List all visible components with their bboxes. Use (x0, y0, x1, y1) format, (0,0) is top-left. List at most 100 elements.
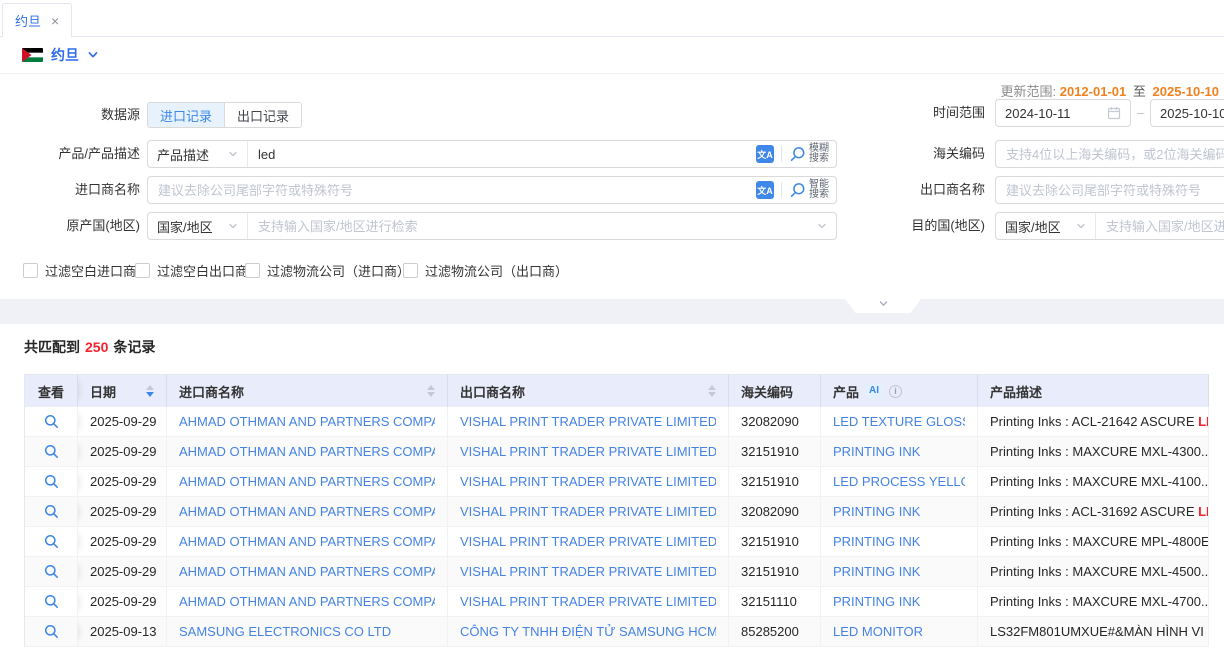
sort-control[interactable] (146, 385, 154, 397)
destination-country-select[interactable]: 国家/地区 (996, 213, 1096, 239)
description-text: LE (1198, 504, 1209, 519)
table-body: 2025-09-29AHMAD OTHMAN AND PARTNERS COMP… (25, 407, 1209, 647)
importer-link[interactable]: AHMAD OTHMAN AND PARTNERS COMPA... (179, 594, 435, 609)
description-text: LE (1198, 414, 1209, 429)
product-link[interactable]: PRINTING INK (833, 444, 920, 459)
checkbox-box[interactable] (23, 263, 38, 278)
view-cell[interactable] (25, 527, 78, 557)
view-cell[interactable] (25, 497, 78, 527)
checkbox-box[interactable] (135, 263, 150, 278)
destination-label: 目的国(地区) (845, 212, 985, 240)
magnifier-icon (789, 182, 806, 199)
importer-link[interactable]: AHMAD OTHMAN AND PARTNERS COMPA... (179, 414, 435, 429)
origin-country-input[interactable] (248, 213, 817, 239)
importer-link[interactable]: AHMAD OTHMAN AND PARTNERS COMPA... (179, 504, 435, 519)
collapse-form-handle[interactable] (845, 299, 921, 313)
sort-desc-icon[interactable] (146, 392, 154, 397)
hs-code-cell: 32151910 (729, 467, 821, 497)
importer-link[interactable]: AHMAD OTHMAN AND PARTNERS COMPA... (179, 534, 435, 549)
filter-checkbox-1[interactable]: 过滤空白进口商 (23, 261, 136, 280)
sort-control[interactable] (427, 385, 435, 397)
importer-link[interactable]: AHMAD OTHMAN AND PARTNERS COMPA... (179, 564, 435, 579)
sort-asc-icon[interactable] (708, 385, 716, 390)
checkbox-box[interactable] (245, 263, 260, 278)
sort-asc-icon[interactable] (427, 385, 435, 390)
view-cell[interactable] (25, 557, 78, 587)
column-label: 海关编码 (741, 382, 793, 401)
translate-icon[interactable]: 文A (756, 145, 774, 163)
sort-control[interactable] (708, 385, 716, 397)
exporter-cell: VISHAL PRINT TRADER PRIVATE LIMITED (448, 407, 729, 437)
hs-code-input[interactable] (995, 140, 1224, 168)
description-text: Printing Inks : MAXCURE MXL-4100... (990, 474, 1209, 489)
product-link[interactable]: PRINTING INK (833, 564, 920, 579)
tab-label: 约旦 (15, 11, 41, 30)
importer-link[interactable]: AHMAD OTHMAN AND PARTNERS COMPA... (179, 444, 435, 459)
view-cell[interactable] (25, 407, 78, 437)
product-search-group: 产品描述 文A 模糊 搜索 (147, 140, 837, 168)
fuzzy-search-button[interactable]: 模糊 搜索 (782, 144, 836, 164)
tab-close-icon[interactable]: × (51, 14, 59, 28)
product-link[interactable]: PRINTING INK (833, 594, 920, 609)
view-cell[interactable] (25, 467, 78, 497)
product-cell: PRINTING INK (821, 437, 978, 467)
importer-input[interactable] (148, 177, 754, 203)
view-cell[interactable] (25, 437, 78, 467)
table-row: 2025-09-29AHMAD OTHMAN AND PARTNERS COMP… (25, 527, 1209, 557)
exporter-link[interactable]: VISHAL PRINT TRADER PRIVATE LIMITED (460, 594, 716, 609)
smart-search-button[interactable]: 智能 搜索 (782, 180, 836, 200)
filter-checkbox-2[interactable]: 过滤空白出口商 (135, 261, 248, 280)
exporter-link[interactable]: VISHAL PRINT TRADER PRIVATE LIMITED (460, 414, 716, 429)
view-cell[interactable] (25, 617, 78, 647)
sort-desc-icon[interactable] (427, 392, 435, 397)
column-header-2: 日期 (78, 374, 167, 407)
date-cell: 2025-09-13 (78, 617, 167, 647)
product-type-select[interactable]: 产品描述 (148, 141, 248, 167)
view-search-icon (44, 594, 59, 609)
chevron-down-icon (228, 221, 238, 231)
date-range-separator: – (1137, 99, 1144, 127)
datasource-option-import[interactable]: 进口记录 (148, 103, 224, 127)
description-text: Printing Inks : MAXCURE MXL-4300... (990, 444, 1209, 459)
product-link[interactable]: LED PROCESS YELLOW... (833, 474, 965, 489)
checkbox-box[interactable] (403, 263, 418, 278)
exporter-link[interactable]: VISHAL PRINT TRADER PRIVATE LIMITED (460, 444, 716, 459)
info-icon[interactable]: i (889, 385, 902, 398)
hs-code-label: 海关编码 (845, 140, 985, 168)
product-cell: PRINTING INK (821, 557, 978, 587)
filter-checkbox-3[interactable]: 过滤物流公司（进口商） (245, 261, 410, 280)
exporter-input[interactable] (995, 176, 1224, 204)
country-chevron-down-icon[interactable] (87, 49, 99, 61)
table-header-row: 查看日期进口商名称出口商名称海关编码产品AIi产品描述 (25, 374, 1209, 407)
search-form: 更新范围: 2012-01-01 至 2025-10-10 数据源 进口记录出口… (0, 74, 1224, 299)
destination-country-input[interactable] (1096, 213, 1224, 239)
tab-jordan[interactable]: 约旦 × (2, 3, 72, 37)
calendar-icon (1107, 106, 1121, 120)
product-search-input[interactable] (248, 141, 754, 167)
importer-link[interactable]: AHMAD OTHMAN AND PARTNERS COMPA... (179, 474, 435, 489)
exporter-link[interactable]: VISHAL PRINT TRADER PRIVATE LIMITED (460, 564, 716, 579)
exporter-link[interactable]: VISHAL PRINT TRADER PRIVATE LIMITED (460, 504, 716, 519)
exporter-link[interactable]: VISHAL PRINT TRADER PRIVATE LIMITED (460, 474, 716, 489)
datasource-option-export[interactable]: 出口记录 (224, 103, 301, 127)
description-cell: Printing Inks : ACL-21642 ASCURE LE... (978, 407, 1209, 437)
description-cell: Printing Inks : MAXCURE MXL-4500... (978, 557, 1209, 587)
table-row: 2025-09-29AHMAD OTHMAN AND PARTNERS COMP… (25, 587, 1209, 617)
column-header-7: 产品描述 (978, 374, 1209, 407)
date-start-input[interactable]: 2024-10-11 (995, 99, 1131, 127)
chevron-down-icon[interactable] (817, 221, 827, 231)
importer-link[interactable]: SAMSUNG ELECTRONICS CO LTD (179, 624, 391, 639)
sort-asc-icon[interactable] (146, 385, 154, 390)
product-link[interactable]: LED TEXTURE GLOSS ... (833, 414, 965, 429)
product-link[interactable]: LED MONITOR (833, 624, 923, 639)
sort-desc-icon[interactable] (708, 392, 716, 397)
view-cell[interactable] (25, 587, 78, 617)
exporter-link[interactable]: VISHAL PRINT TRADER PRIVATE LIMITED (460, 534, 716, 549)
origin-country-select[interactable]: 国家/地区 (148, 213, 248, 239)
filter-checkbox-4[interactable]: 过滤物流公司（出口商） (403, 261, 568, 280)
product-link[interactable]: PRINTING INK (833, 504, 920, 519)
exporter-link[interactable]: CÔNG TY TNHH ĐIỆN TỬ SAMSUNG HCMC... (460, 624, 716, 639)
translate-icon[interactable]: 文A (756, 181, 774, 199)
product-link[interactable]: PRINTING INK (833, 534, 920, 549)
date-end-input[interactable]: 2025-10-10 (1150, 99, 1224, 127)
